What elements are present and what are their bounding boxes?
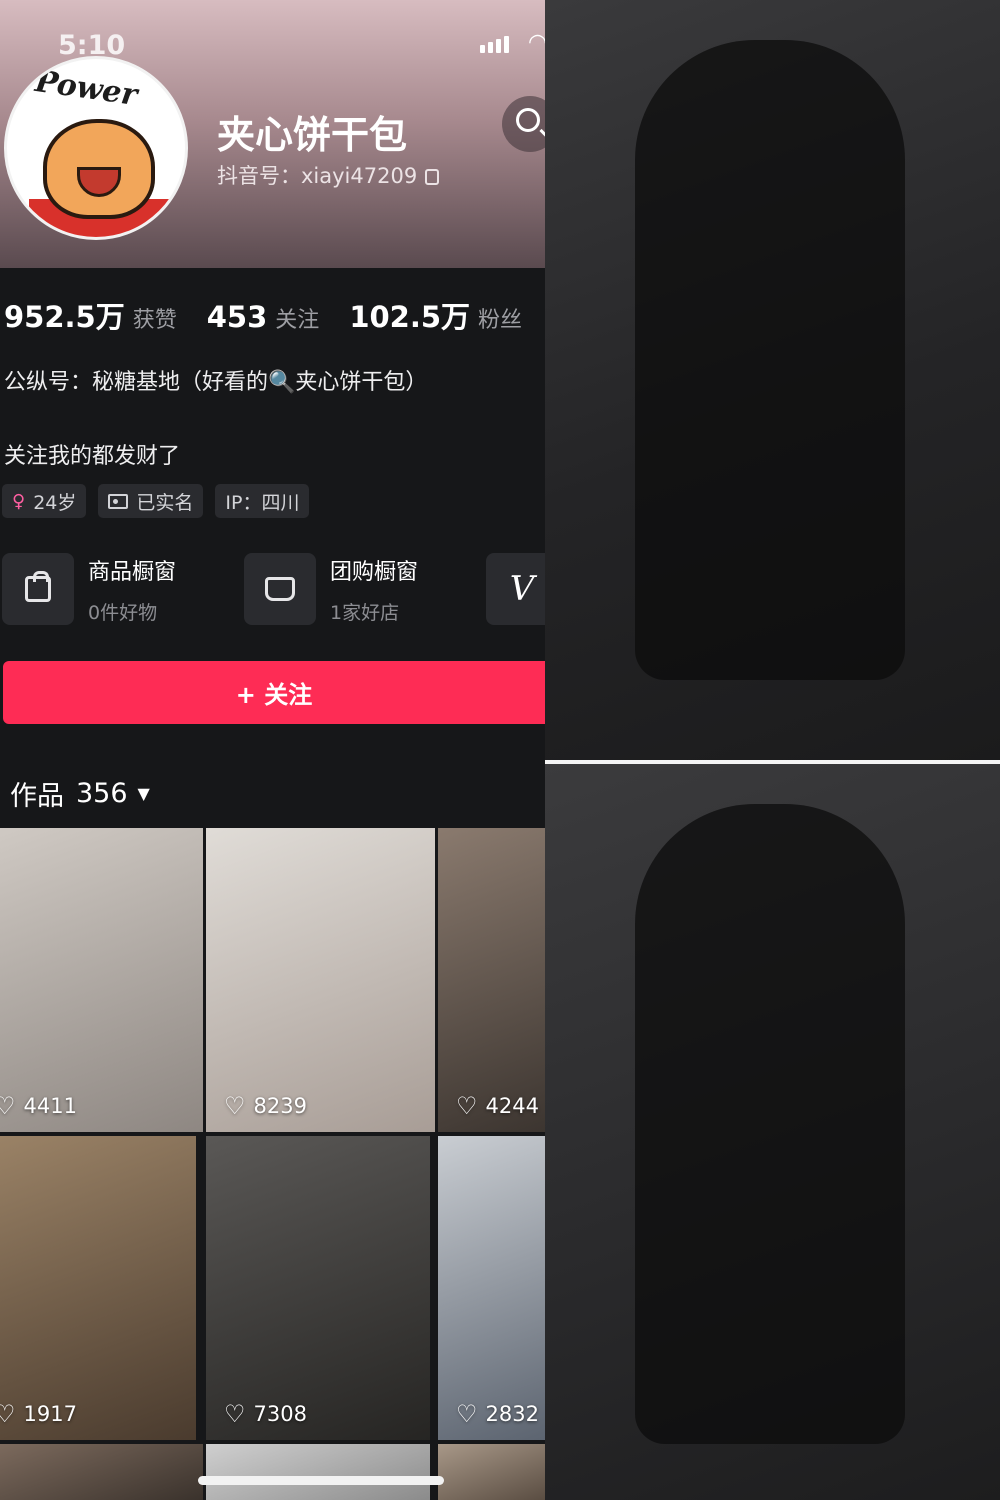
photo-figure-silhouette <box>635 40 905 680</box>
profile-screen: 5:10 ◠ Power ‹ 夹心饼干包 抖音号：xiayi47209 952.… <box>0 0 545 1500</box>
wifi-icon: ◠ <box>528 30 545 55</box>
heart-icon: ♡ <box>224 1400 246 1428</box>
video-likes: ♡ 7308 <box>224 1402 307 1426</box>
video-thumbnail[interactable]: ♡ 7308 <box>206 1136 430 1440</box>
search-icon <box>516 108 540 132</box>
stat-followers-value: 102.5万 <box>349 300 471 334</box>
heart-icon: ♡ <box>456 1092 478 1120</box>
stat-followers[interactable]: 102.5万 粉丝 <box>349 294 522 336</box>
female-gender-icon: ♀ <box>12 490 26 512</box>
id-card-icon <box>108 493 129 509</box>
profile-tags: ♀ 24岁 已实名 IP：四川 <box>2 484 310 518</box>
bio-line-1: 公纵号：秘糖基地（好看的🔍夹心饼干包） <box>4 370 428 395</box>
search-button[interactable] <box>502 96 545 152</box>
group-buy-showcase-title: 团购橱窗 <box>330 559 419 585</box>
heart-icon: ♡ <box>456 1400 478 1428</box>
stat-likes-value: 952.5万 <box>4 300 125 334</box>
video-likes-count: 8239 <box>253 1094 307 1118</box>
dropdown-caret-icon: ▼ <box>137 784 150 803</box>
tag-verified-text: 已实名 <box>136 491 194 514</box>
photo-figure-silhouette <box>635 804 905 1444</box>
group-buy-showcase-entry[interactable]: 团购橱窗 1家好店 <box>244 553 486 625</box>
video-thumbnail-placeholder <box>206 1136 430 1440</box>
video-likes: ♡ 8239 <box>224 1094 307 1118</box>
video-thumbnail-placeholder <box>0 828 203 1132</box>
profile-stats: 952.5万 获赞 453 关注 102.5万 粉丝 <box>4 294 545 336</box>
video-likes: ♡ 1917 <box>0 1402 77 1426</box>
video-thumbnail-placeholder <box>438 828 545 1132</box>
bio-line-2: 关注我的都发财了 <box>4 444 181 469</box>
video-thumbnail[interactable]: ♡ 8239 <box>206 828 435 1132</box>
profile-name: 夹心饼干包 <box>217 113 408 157</box>
tag-ip: IP：四川 <box>215 484 310 518</box>
tag-ip-text: IP：四川 <box>225 491 300 514</box>
video-grid: ♡ 4411 ♡ 8239 ♡ 4244 ♡ 1917 ♡ 7308 ♡ 2832 <box>0 828 545 1500</box>
v-badge-icon[interactable]: V <box>486 553 545 625</box>
video-thumbnail[interactable] <box>206 1444 430 1500</box>
video-thumbnail[interactable] <box>0 1444 203 1500</box>
follow-button[interactable]: + 关注 <box>3 661 545 724</box>
video-thumbnail[interactable] <box>438 1444 545 1500</box>
copy-icon[interactable] <box>425 169 440 185</box>
store-icon <box>244 553 316 625</box>
video-thumbnail-placeholder <box>0 1136 196 1440</box>
works-count: 356 <box>76 778 128 809</box>
avatar[interactable]: Power <box>4 56 188 240</box>
video-likes: ♡ 4411 <box>0 1094 77 1118</box>
video-likes: ♡ 4244 <box>456 1094 539 1118</box>
video-thumbnail-placeholder <box>438 1444 545 1500</box>
shop-entries: 商品橱窗 0件好物 团购橱窗 1家好店 V <box>2 553 545 625</box>
stat-followers-label: 粉丝 <box>478 308 523 333</box>
works-label: 作品 <box>10 781 64 812</box>
tag-verified: 已实名 <box>98 484 204 518</box>
cellular-signal-icon <box>480 36 509 53</box>
video-thumbnail-placeholder <box>0 1444 203 1500</box>
stat-following-label: 关注 <box>275 308 320 333</box>
douyin-id-text: 抖音号：xiayi47209 <box>217 164 418 188</box>
video-thumbnail-placeholder <box>438 1136 545 1440</box>
works-tab[interactable]: 作品 356 ▼ <box>10 774 150 813</box>
video-likes-count: 7308 <box>253 1402 307 1426</box>
video-likes: ♡ 2832 <box>456 1402 539 1426</box>
product-showcase-title: 商品橱窗 <box>88 559 177 585</box>
video-thumbnail[interactable]: ♡ 1917 <box>0 1136 196 1440</box>
group-buy-showcase-subtitle: 1家好店 <box>330 601 400 624</box>
video-thumbnail[interactable]: ♡ 4244 <box>438 828 545 1132</box>
photo-placeholder-top <box>545 0 1000 760</box>
profile-header: 5:10 ◠ Power ‹ 夹心饼干包 抖音号：xiayi47209 <box>0 0 545 268</box>
stat-likes-label: 获赞 <box>132 308 177 333</box>
photo-placeholder-bottom <box>545 764 1000 1500</box>
stat-following-value: 453 <box>206 300 268 334</box>
heart-icon: ♡ <box>0 1400 16 1428</box>
tag-age-text: 24岁 <box>33 491 77 514</box>
video-thumbnail[interactable]: ♡ 4411 <box>0 828 203 1132</box>
video-likes-count: 4411 <box>23 1094 77 1118</box>
video-thumbnail[interactable]: ♡ 2832 <box>438 1136 545 1440</box>
heart-icon: ♡ <box>224 1092 246 1120</box>
stat-following[interactable]: 453 关注 <box>207 300 320 334</box>
video-thumbnail-placeholder <box>206 1444 430 1500</box>
product-showcase-entry[interactable]: 商品橱窗 0件好物 <box>2 553 244 625</box>
product-showcase-subtitle: 0件好物 <box>88 601 158 624</box>
video-thumbnail-placeholder <box>206 828 435 1132</box>
video-likes-count: 2832 <box>485 1402 539 1426</box>
home-indicator[interactable] <box>198 1476 444 1485</box>
shopping-bag-icon <box>2 553 74 625</box>
heart-icon: ♡ <box>0 1092 16 1120</box>
stat-likes[interactable]: 952.5万 获赞 <box>4 294 177 336</box>
video-likes-count: 1917 <box>23 1402 77 1426</box>
tag-age: ♀ 24岁 <box>2 484 87 518</box>
douyin-id: 抖音号：xiayi47209 <box>217 160 440 190</box>
avatar-text: Power <box>33 64 140 113</box>
back-arrow-icon[interactable]: ‹ <box>16 106 30 146</box>
video-likes-count: 4244 <box>485 1094 539 1118</box>
